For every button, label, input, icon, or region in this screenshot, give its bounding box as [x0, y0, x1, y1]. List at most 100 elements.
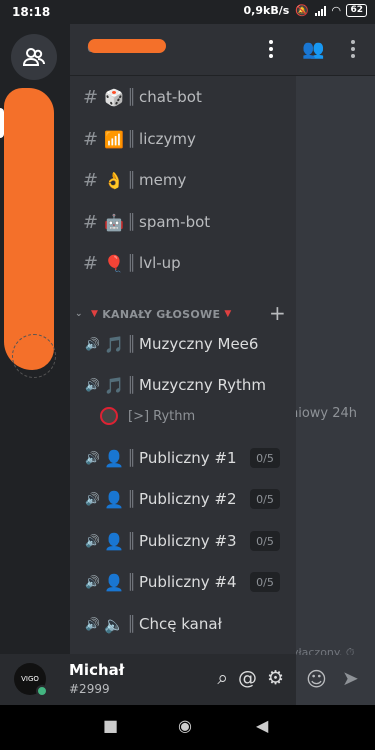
hash-icon: #: [83, 169, 99, 191]
triangle-icon: ▼: [91, 309, 99, 319]
chat-message-snippet: niowy 24h: [296, 406, 358, 421]
channel-name: Chcę kanał: [139, 615, 222, 633]
online-status-icon: [36, 685, 48, 697]
chat-input-bar: ☺ ➤: [296, 655, 375, 705]
voice-channel-publiczny-1[interactable]: 🔊 👤 ║ Publiczny #1 0/5: [70, 440, 296, 476]
mute-bell-icon: 🔕: [295, 4, 309, 17]
channel-emoji: 📶: [104, 129, 124, 149]
voice-channel-publiczny-4[interactable]: 🔊 👤 ║ Publiczny #4 0/5: [70, 564, 296, 600]
speaker-icon: 🔊: [85, 492, 100, 506]
server-menu-icon[interactable]: [268, 40, 274, 58]
add-channel-icon[interactable]: +: [269, 301, 286, 325]
gear-icon[interactable]: ⚙: [267, 667, 284, 689]
channel-panel: 0 # 🎲 ║ chat-bot # 📶 ║ liczymy # 👌 ║ mem…: [70, 24, 296, 654]
channel-name: lvl-up: [139, 254, 181, 272]
friends-icon: [22, 48, 45, 66]
channel-emoji: 🤖: [104, 212, 124, 232]
android-nav-bar: ■ ◉ ◀: [0, 705, 375, 750]
avatar: [100, 407, 118, 425]
channel-name: Muzyczny Mee6: [139, 335, 259, 353]
avatar[interactable]: VIGO: [14, 663, 48, 697]
user-limit-badge: 0/5: [250, 489, 280, 509]
channel-name: liczymy: [139, 130, 196, 148]
voice-member-rythm[interactable]: [>] Rythm: [100, 404, 195, 428]
hash-icon: #: [83, 128, 99, 150]
triangle-icon: ▼: [224, 309, 232, 319]
channel-name: Muzyczny Rythm: [139, 376, 266, 394]
channel-emoji: 🔈: [104, 614, 124, 634]
channel-emoji: 👌: [104, 170, 124, 190]
guild-list: [0, 24, 70, 654]
speaker-icon: 🔊: [85, 337, 100, 351]
user-tag: #2999: [69, 682, 110, 696]
search-icon[interactable]: ⌕: [217, 667, 228, 689]
channel-spam-bot[interactable]: # 🤖 ║ spam-bot: [70, 204, 296, 240]
channel-name: spam-bot: [139, 213, 211, 231]
channel-chat-bot[interactable]: # 🎲 ║ chat-bot: [70, 79, 296, 115]
channel-emoji: 👤: [104, 531, 124, 551]
channel-emoji: 🎲: [104, 87, 124, 107]
at-icon[interactable]: @: [238, 667, 257, 689]
emoji-icon[interactable]: ☺: [306, 667, 327, 691]
channel-name: memy: [139, 171, 187, 189]
chat-header: 👥: [296, 24, 375, 76]
members-icon[interactable]: 👥: [302, 39, 324, 60]
voice-channel-chce-kanal[interactable]: 🔊 🔈 ║ Chcę kanał: [70, 606, 296, 642]
chat-area: 👥 niowy 24h yłączony. ⏱ ☺ ➤: [296, 24, 375, 705]
send-icon[interactable]: ➤: [342, 666, 359, 690]
chat-menu-icon[interactable]: [351, 40, 355, 58]
home-icon[interactable]: ◉: [178, 716, 192, 735]
voice-channel-rythm[interactable]: 🔊 🎵 ║ Muzyczny Rythm: [70, 367, 296, 403]
signal-icon: [315, 5, 326, 16]
member-name: [>] Rythm: [128, 408, 196, 424]
friends-home-button[interactable]: [11, 34, 57, 80]
channel-emoji: 👤: [104, 448, 124, 468]
speaker-icon: 🔊: [85, 378, 100, 392]
channel-name: chat-bot: [139, 88, 202, 106]
channel-name: Publiczny #1: [139, 449, 237, 467]
channel-emoji: 🎈: [104, 253, 124, 273]
user-bar: VIGO Michał #2999 ⌕ @ ⚙: [0, 654, 296, 705]
voice-category-header[interactable]: ⌄ ▼ KANAŁY GŁOSOWE ▼ +: [70, 301, 296, 325]
wifi-icon: ◠: [332, 4, 341, 17]
channel-emoji: 🎵: [104, 375, 124, 395]
add-server-button[interactable]: [12, 334, 56, 378]
channel-emoji: 👤: [104, 572, 124, 592]
status-right: 0,9kB/s 🔕 ◠ 62: [244, 4, 367, 17]
hash-icon: #: [83, 211, 99, 233]
category-label: KANAŁY GŁOSOWE: [102, 307, 221, 321]
discord-screen: 18:18 0,9kB/s 🔕 ◠ 62 0: [0, 0, 375, 750]
user-limit-badge: 0/5: [250, 531, 280, 551]
voice-channel-publiczny-3[interactable]: 🔊 👤 ║ Publiczny #3 0/5: [70, 523, 296, 559]
status-time: 18:18: [12, 5, 51, 19]
speaker-icon: 🔊: [85, 617, 100, 631]
server-header[interactable]: 0: [70, 24, 296, 76]
redacted-server-name: [88, 39, 166, 53]
channel-name: Publiczny #4: [139, 573, 237, 591]
redacted-guild-icons: [4, 88, 54, 370]
user-limit-badge: 0/5: [250, 572, 280, 592]
user-actions: ⌕ @ ⚙: [217, 667, 284, 689]
username: Michał: [69, 661, 125, 679]
speaker-icon: 🔊: [85, 534, 100, 548]
battery-icon: 62: [346, 4, 367, 17]
speaker-icon: 🔊: [85, 451, 100, 465]
recents-icon[interactable]: ■: [103, 716, 118, 735]
network-speed: 0,9kB/s: [243, 4, 290, 17]
avatar-text: VIGO: [21, 675, 39, 683]
chevron-down-icon: ⌄: [75, 309, 83, 319]
channel-memy[interactable]: # 👌 ║ memy: [70, 162, 296, 198]
channel-lvl-up[interactable]: # 🎈 ║ lvl-up: [70, 245, 296, 281]
voice-channel-mee6[interactable]: 🔊 🎵 ║ Muzyczny Mee6: [70, 326, 296, 362]
status-bar: 18:18 0,9kB/s 🔕 ◠ 62: [0, 0, 375, 24]
back-icon[interactable]: ◀: [256, 716, 268, 735]
channel-emoji: 🎵: [104, 334, 124, 354]
user-limit-badge: 0/5: [250, 448, 280, 468]
speaker-icon: 🔊: [85, 575, 100, 589]
channel-emoji: 👤: [104, 489, 124, 509]
channel-liczymy[interactable]: # 📶 ║ liczymy: [70, 121, 296, 157]
hash-icon: #: [83, 252, 99, 274]
channel-name: Publiczny #2: [139, 490, 237, 508]
voice-channel-publiczny-2[interactable]: 🔊 👤 ║ Publiczny #2 0/5: [70, 481, 296, 517]
channel-name: Publiczny #3: [139, 532, 237, 550]
